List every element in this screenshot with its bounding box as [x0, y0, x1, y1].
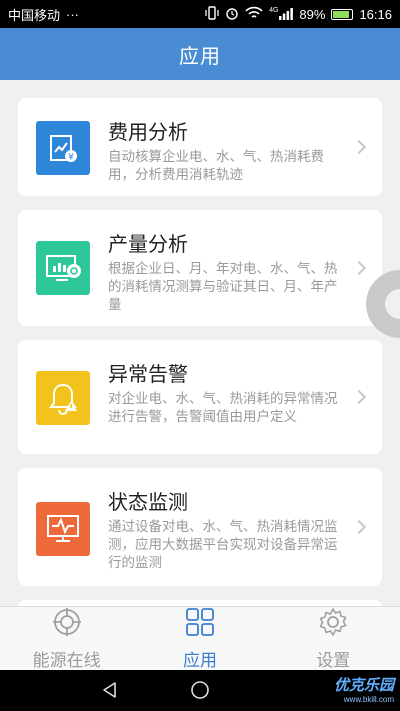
tab-settings[interactable]: 设置	[267, 607, 400, 670]
grid-apps-icon	[185, 607, 215, 642]
card-title: 产量分析	[108, 234, 188, 256]
watermark-url: www.bkill.com	[343, 695, 394, 704]
card-description: 自动核算企业电、水、气、热消耗费用，分析费用消耗轨迹	[108, 149, 324, 182]
chevron-right-icon	[351, 260, 367, 276]
signal-icon: 4G	[269, 7, 294, 20]
settings-gear-icon	[318, 607, 348, 642]
status-bar: 中国移动 ··· 4G 89% 16:16	[0, 0, 400, 28]
energy-target-icon	[52, 607, 82, 642]
cost-chart-icon: ¥	[36, 121, 90, 175]
system-nav-bar: 优克乐园 www.bkill.com	[0, 670, 400, 711]
clock-time: 16:16	[359, 6, 392, 22]
battery-icon	[331, 8, 354, 20]
app-header: 应用	[0, 28, 400, 80]
page-title: 应用	[179, 45, 221, 68]
card-description: 根据企业日、月、年对电、水、气、热的消耗情况测算与验证其日、月、年产量	[108, 261, 338, 312]
card-title: 状态监测	[108, 492, 188, 514]
tab-label: 应用	[182, 650, 217, 670]
tab-label: 设置	[316, 650, 351, 670]
tab-apps[interactable]: 应用	[133, 607, 266, 670]
card-title: 异常告警	[108, 364, 188, 386]
app-list[interactable]: ¥ 费用分析 自动核算企业电、水、气、热消耗费用，分析费用消耗轨迹 产量分析 根…	[0, 80, 400, 606]
wifi-icon	[245, 6, 263, 23]
home-icon[interactable]	[190, 680, 210, 705]
network-type-label: 4G	[269, 7, 279, 14]
svg-text:¥: ¥	[68, 153, 74, 163]
card-title: 费用分析	[108, 122, 188, 144]
app-card-abnormal-alarm[interactable]: 异常告警 对企业电、水、气、热消耗的异常情况进行告警，告警阈值由用户定义	[18, 340, 382, 454]
status-monitor-icon	[36, 502, 90, 556]
app-card-cost-analysis[interactable]: ¥ 费用分析 自动核算企业电、水、气、热消耗费用，分析费用消耗轨迹	[18, 98, 382, 196]
card-description: 通过设备对电、水、气、热消耗情况监测，应用大数据平台实现对设备异常运行的监测	[108, 519, 338, 570]
back-icon[interactable]	[100, 680, 120, 705]
alarm-bell-icon	[36, 371, 90, 425]
app-card-status-monitor[interactable]: 状态监测 通过设备对电、水、气、热消耗情况监测，应用大数据平台实现对设备异常运行…	[18, 468, 382, 586]
carrier-name: 中国移动	[8, 7, 61, 23]
battery-percent: 89%	[299, 6, 326, 22]
vibrate-icon	[205, 5, 219, 23]
alarm-icon	[225, 6, 239, 23]
card-description: 对企业电、水、气、热消耗的异常情况进行告警，告警阈值由用户定义	[108, 391, 338, 424]
chevron-right-icon	[351, 519, 367, 535]
assistive-button-center	[385, 289, 400, 319]
app-card-production-analysis[interactable]: 产量分析 根据企业日、月、年对电、水、气、热的消耗情况测算与验证其日、月、年产量	[18, 210, 382, 326]
tab-label: 能源在线	[32, 650, 101, 670]
bottom-tab-bar: 能源在线 应用 设置	[0, 606, 400, 670]
chevron-right-icon	[351, 389, 367, 405]
more-indicator: ···	[66, 6, 80, 22]
tab-energy-online[interactable]: 能源在线	[0, 607, 133, 670]
watermark-logo: 优克乐园 www.bkill.com	[334, 674, 394, 704]
production-monitor-icon	[36, 241, 90, 295]
watermark-brand: 优克乐园	[333, 677, 394, 694]
chevron-right-icon	[351, 139, 367, 155]
